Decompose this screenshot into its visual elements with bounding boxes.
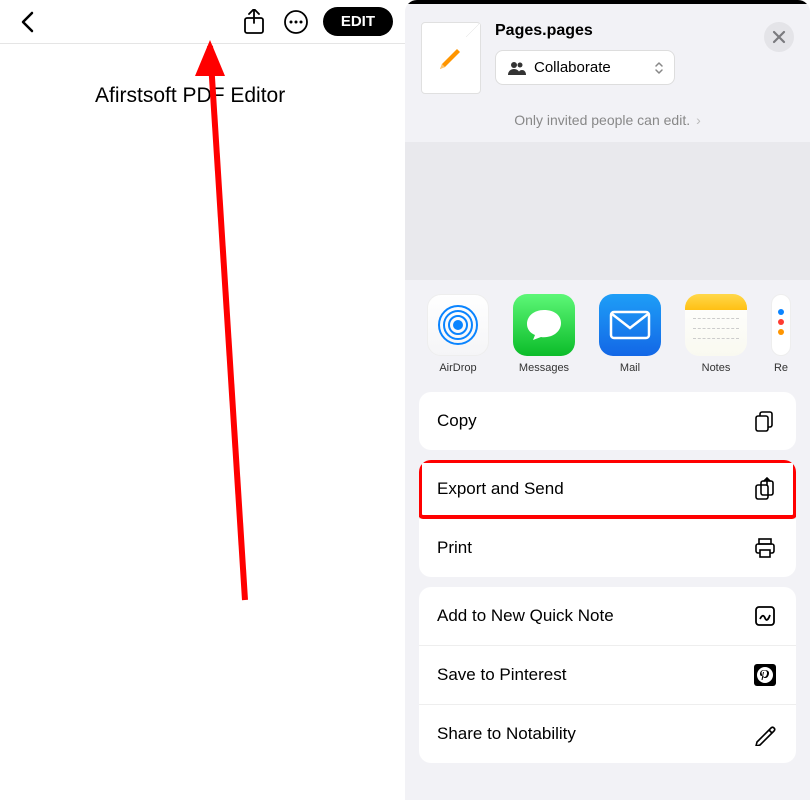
share-app-airdrop[interactable]: AirDrop bbox=[427, 294, 489, 374]
action-label: Copy bbox=[437, 411, 477, 431]
share-app-mail[interactable]: Mail bbox=[599, 294, 661, 374]
share-button[interactable] bbox=[237, 5, 271, 39]
share-icon bbox=[243, 9, 265, 35]
action-export-send[interactable]: Export and Send bbox=[419, 460, 796, 518]
notes-icon bbox=[685, 294, 747, 356]
invite-note[interactable]: Only invited people can edit. bbox=[405, 106, 810, 142]
more-icon bbox=[283, 9, 309, 35]
chevron-left-icon bbox=[20, 11, 34, 33]
collaborate-dropdown[interactable]: Collaborate bbox=[495, 50, 675, 85]
action-quick-note[interactable]: Add to New Quick Note bbox=[419, 587, 796, 645]
more-button[interactable] bbox=[279, 5, 313, 39]
action-notability[interactable]: Share to Notability bbox=[419, 704, 796, 763]
pencil-icon bbox=[436, 43, 466, 73]
pinterest-icon bbox=[752, 662, 778, 688]
top-bar: EDIT bbox=[0, 0, 405, 44]
action-label: Print bbox=[437, 538, 472, 558]
action-label: Add to New Quick Note bbox=[437, 606, 614, 626]
action-label: Save to Pinterest bbox=[437, 665, 566, 685]
action-list: Copy Export and Send Print bbox=[405, 392, 810, 763]
mail-icon bbox=[599, 294, 661, 356]
share-app-messages[interactable]: Messages bbox=[513, 294, 575, 374]
editor-screen: EDIT Afirstsoft PDF Editor bbox=[0, 0, 405, 800]
app-row: AirDrop Messages Mail Notes bbox=[405, 280, 810, 392]
reminders-icon bbox=[771, 294, 791, 356]
export-icon bbox=[752, 476, 778, 502]
app-label: Re bbox=[774, 362, 788, 374]
action-label: Share to Notability bbox=[437, 724, 576, 744]
copy-icon bbox=[752, 408, 778, 434]
app-label: AirDrop bbox=[439, 362, 476, 374]
people-icon bbox=[508, 61, 526, 75]
arrow-annotation bbox=[115, 40, 275, 610]
quicknote-icon bbox=[752, 603, 778, 629]
close-button[interactable] bbox=[764, 22, 794, 52]
app-label: Notes bbox=[702, 362, 731, 374]
action-copy[interactable]: Copy bbox=[419, 392, 796, 450]
share-sheet: Pages.pages Collaborate bbox=[405, 0, 810, 800]
edit-button[interactable]: EDIT bbox=[323, 7, 393, 36]
app-label: Mail bbox=[620, 362, 640, 374]
share-app-reminders[interactable]: Re bbox=[771, 294, 791, 374]
action-print[interactable]: Print bbox=[419, 518, 796, 577]
sort-icon bbox=[654, 60, 664, 76]
preview-strip bbox=[405, 142, 810, 280]
document-title: Afirstsoft PDF Editor bbox=[0, 44, 405, 108]
share-header: Pages.pages Collaborate bbox=[405, 4, 810, 106]
app-label: Messages bbox=[519, 362, 569, 374]
collaborate-label: Collaborate bbox=[534, 59, 611, 76]
back-button[interactable] bbox=[12, 7, 42, 37]
messages-icon bbox=[513, 294, 575, 356]
action-pinterest[interactable]: Save to Pinterest bbox=[419, 645, 796, 704]
notability-icon bbox=[752, 721, 778, 747]
print-icon bbox=[752, 535, 778, 561]
action-label: Export and Send bbox=[437, 479, 564, 499]
close-icon bbox=[772, 30, 786, 44]
share-app-notes[interactable]: Notes bbox=[685, 294, 747, 374]
airdrop-icon bbox=[427, 294, 489, 356]
file-name: Pages.pages bbox=[495, 22, 756, 40]
document-icon bbox=[421, 22, 481, 94]
